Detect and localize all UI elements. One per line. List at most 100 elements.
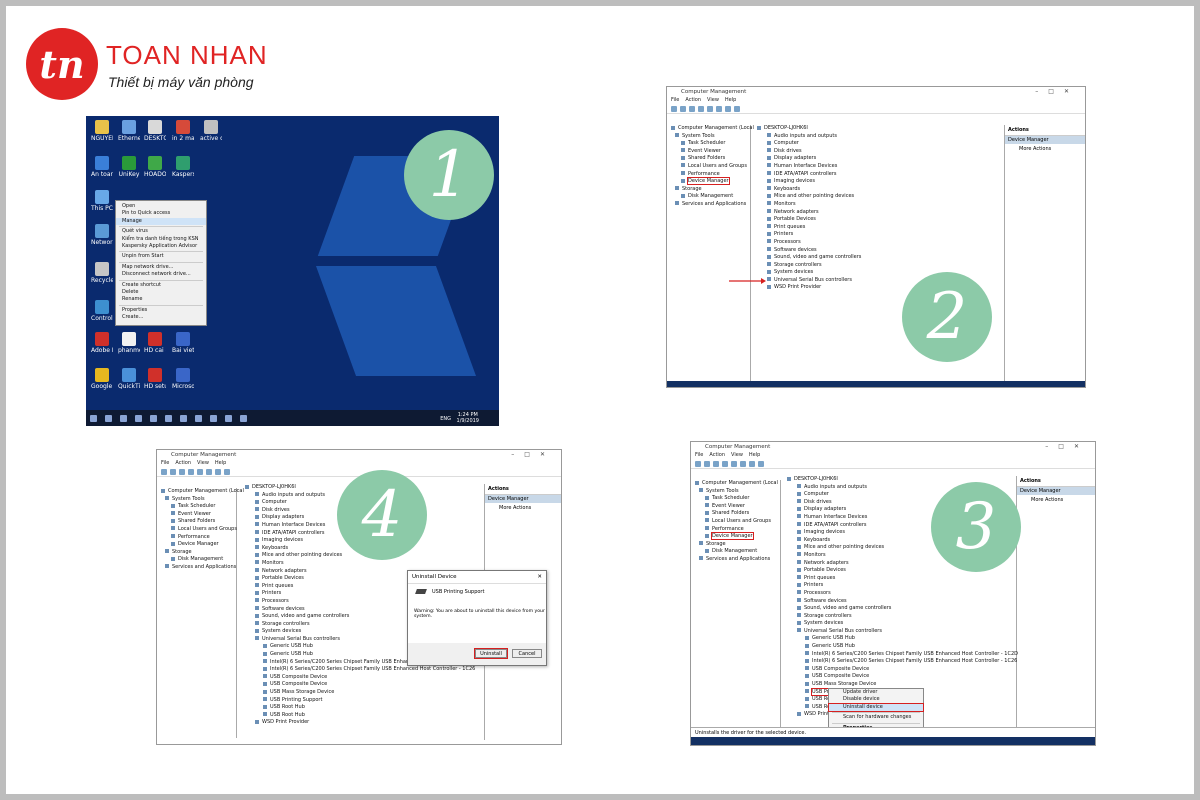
desktop-icon[interactable]: UniKey [118, 156, 140, 178]
context-menu-item[interactable]: Manage [116, 217, 206, 226]
context-menu-item[interactable]: Kiểm tra danh tiếng trong KSN [116, 236, 206, 243]
device-category[interactable]: Mice and other pointing devices [753, 193, 1004, 201]
desktop-icon[interactable]: Control Panel [91, 300, 113, 322]
usb-device[interactable]: Intel(R) 6 Series/C200 Series Chipset Fa… [783, 658, 1017, 666]
device-category[interactable]: Sound, video and game controllers [753, 254, 1004, 262]
tree-item[interactable]: Event Viewer [671, 148, 750, 156]
device-category[interactable]: Monitors [241, 560, 484, 568]
desktop-icon[interactable]: Google Chrome [91, 368, 113, 390]
tree-item[interactable]: Storage [695, 541, 780, 549]
desktop-icon[interactable]: in 2 mat va chia se may [172, 120, 194, 142]
menu-item-view[interactable]: View [707, 97, 719, 105]
desktop-icon[interactable]: HD setup vao dun... [144, 368, 166, 390]
device-menu-item[interactable]: Uninstall device [828, 702, 924, 713]
menu-item-view[interactable]: View [197, 460, 209, 468]
desktop-icon[interactable]: DESKTOP [144, 120, 166, 142]
context-menu-item[interactable]: Rename [116, 296, 206, 303]
cancel-button[interactable]: Cancel [512, 649, 542, 658]
menu-item-view[interactable]: View [731, 452, 743, 460]
usb-device[interactable]: USB Root Hub [241, 704, 484, 712]
menu-item-file[interactable]: File [695, 452, 703, 460]
tree-item[interactable]: Local Users and Groups [695, 518, 780, 526]
tree-item[interactable]: System Tools [161, 496, 236, 504]
desktop-icon[interactable]: Network [91, 224, 113, 246]
desktop-icon[interactable]: Kaspersky Internet... [172, 156, 194, 178]
desktop-icon[interactable]: Recycle Bin [91, 262, 113, 284]
tree-item[interactable]: Device Manager [671, 177, 750, 186]
context-menu-item[interactable]: Create shortcut [116, 282, 206, 289]
desktop-icon[interactable]: Bai viet cach in giay tu dung ra... [172, 332, 194, 354]
desktop-icon[interactable]: HOADON - Cong ty [144, 156, 166, 178]
device-category[interactable]: Network adapters [753, 209, 1004, 217]
desktop-icon[interactable]: Ethernet [118, 120, 140, 142]
device-category[interactable]: Computer [753, 140, 1004, 148]
tree-item[interactable]: Storage [671, 186, 750, 194]
device-category[interactable]: Software devices [753, 247, 1004, 255]
usb-device[interactable]: USB Composite Device [783, 673, 1016, 681]
device-category[interactable]: Disk drives [753, 148, 1004, 156]
usb-device[interactable]: Generic USB Hub [783, 643, 1016, 651]
tree-item[interactable]: Event Viewer [161, 511, 236, 519]
actions-device-manager[interactable]: Device Manager [485, 495, 561, 503]
desktop-icon[interactable]: An toan plan do bach khoa [91, 156, 113, 178]
context-menu-item[interactable]: Disconnect network drive... [116, 271, 206, 278]
context-menu-item[interactable]: Quét virus [116, 228, 206, 235]
device-category[interactable]: Human Interface Devices [753, 163, 1004, 171]
usb-device[interactable]: USB Root Hub [241, 712, 484, 720]
device-category[interactable]: Imaging devices [753, 178, 1004, 186]
tree-item[interactable]: Device Manager [161, 541, 236, 549]
menu-item-help[interactable]: Help [215, 460, 226, 468]
device-category[interactable]: Printers [753, 231, 1004, 239]
close-icon[interactable]: ✕ [537, 574, 542, 580]
menu-item-file[interactable]: File [671, 97, 679, 105]
tree-item[interactable]: System Tools [671, 133, 750, 141]
menu-item-help[interactable]: Help [749, 452, 760, 460]
tree-item[interactable]: Task Scheduler [161, 503, 236, 511]
device-category[interactable]: System devices [783, 620, 1016, 628]
device-category[interactable]: Print queues [783, 575, 1016, 583]
context-menu-item[interactable]: Unpin from Start [116, 253, 206, 260]
tree-item[interactable]: Computer Management (Local [671, 125, 754, 133]
tree-item[interactable]: Services and Applications [671, 201, 750, 209]
tree-item[interactable]: Services and Applications [161, 564, 236, 572]
desktop-icon[interactable]: NGUYEN ANH KHOI [91, 120, 113, 142]
usb-device[interactable]: Intel(R) 6 Series/C200 Series Chipset Fa… [783, 651, 1018, 659]
context-menu-item[interactable]: Delete [116, 289, 206, 296]
device-category[interactable]: Monitors [753, 201, 1004, 209]
tree-item[interactable]: Computer Management (Local [161, 488, 244, 496]
tree-item[interactable]: Shared Folders [671, 155, 750, 163]
usb-device[interactable]: Intel(R) 6 Series/C200 Series Chipset Fa… [241, 666, 484, 674]
actions-device-manager[interactable]: Device Manager [1005, 136, 1085, 144]
context-menu-item[interactable]: Properties [116, 307, 206, 314]
tree-item[interactable]: Event Viewer [695, 503, 780, 511]
device-category[interactable]: Universal Serial Bus controllers [783, 628, 1016, 636]
tree-item[interactable]: Performance [161, 534, 236, 542]
device-category[interactable]: Sound, video and game controllers [783, 605, 1016, 613]
uninstall-button[interactable]: Uninstall [474, 648, 508, 659]
device-category[interactable]: Display adapters [753, 155, 1004, 163]
menu-item-file[interactable]: File [161, 460, 169, 468]
tree-item[interactable]: Storage [161, 549, 236, 557]
device-category[interactable]: Software devices [783, 598, 1016, 606]
device-category[interactable]: Keyboards [753, 186, 1004, 194]
tree-item[interactable]: Disk Management [671, 193, 750, 201]
device-category[interactable]: IDE ATA/ATAPI controllers [753, 171, 1004, 179]
context-menu-item[interactable]: Open [116, 203, 206, 210]
more-actions-link[interactable]: More Actions [1005, 144, 1085, 152]
desktop-icon[interactable]: active off [200, 120, 222, 142]
tree-item[interactable]: Task Scheduler [695, 495, 780, 503]
actions-device-manager[interactable]: Device Manager [1017, 487, 1095, 495]
device-category[interactable]: Print queues [753, 224, 1004, 232]
context-menu-item[interactable]: Pin to Quick access [116, 210, 206, 217]
tree-item[interactable]: Local Users and Groups [671, 163, 750, 171]
device-category[interactable]: Audio inputs and outputs [753, 133, 1004, 141]
menu-item-help[interactable]: Help [725, 97, 736, 105]
device-category[interactable]: WSD Print Provider [241, 719, 484, 727]
device-category[interactable]: Processors [753, 239, 1004, 247]
menu-item-action[interactable]: Action [175, 460, 191, 468]
desktop-icon[interactable]: This PC [91, 190, 113, 212]
desktop-icon[interactable]: QuickTime Player [118, 368, 140, 390]
tree-item[interactable]: Local Users and Groups [161, 526, 237, 534]
device-menu-item[interactable]: Scan for hardware changes [829, 714, 923, 721]
usb-device[interactable]: Generic USB Hub [783, 635, 1016, 643]
